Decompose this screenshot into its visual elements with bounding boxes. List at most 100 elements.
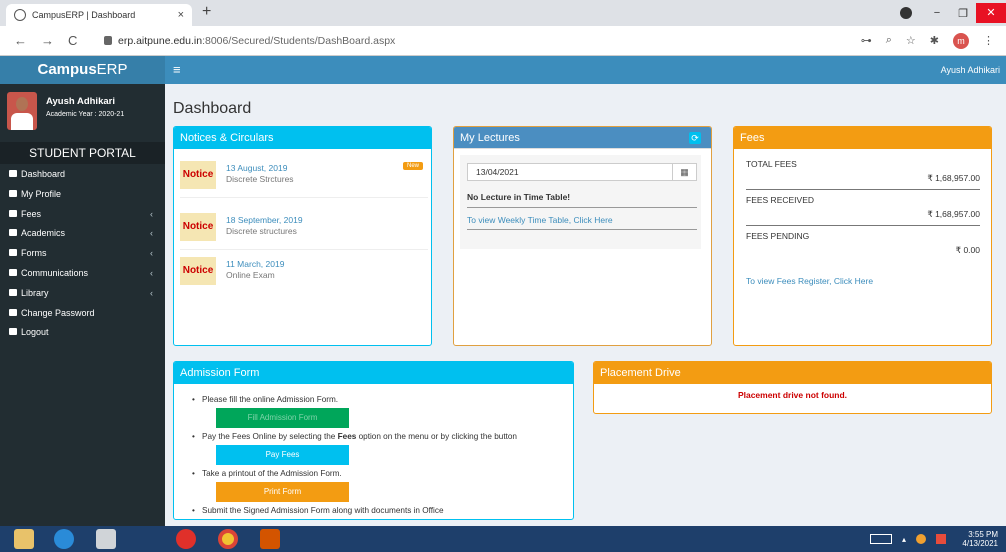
star-icon[interactable]: ☆ xyxy=(906,34,916,47)
notice-date-link[interactable]: 11 March, 2019 xyxy=(226,259,284,269)
brand-logo[interactable]: CampusERP xyxy=(0,56,165,84)
sidebar-toggle-icon[interactable]: ≡ xyxy=(173,62,181,77)
sidebar-item-library[interactable]: Library ‹ xyxy=(0,284,165,304)
url-field[interactable]: erp.aitpune.edu.in:8006/Secured/Students… xyxy=(104,35,861,47)
fees-register-link[interactable]: To view Fees Register, Click Here xyxy=(746,276,873,286)
step-text: option on the menu or by clicking the bu… xyxy=(356,432,517,441)
notice-tag: Notice xyxy=(180,257,216,285)
file-explorer-icon[interactable] xyxy=(14,529,34,549)
calendar-icon[interactable]: ▦ xyxy=(672,164,696,180)
sidebar-item-label: Forms xyxy=(21,248,47,259)
close-window-button[interactable]: ✕ xyxy=(976,3,1006,23)
top-user-name[interactable]: Ayush Adhikari xyxy=(941,65,1000,75)
chrome-account-icon[interactable] xyxy=(900,7,912,19)
chrome-icon[interactable] xyxy=(218,529,238,549)
notice-subject: Online Exam xyxy=(226,270,275,280)
admission-step: Take a printout of the Admission Form. xyxy=(192,468,517,480)
academic-year: Academic Year : 2020-21 xyxy=(46,111,125,118)
keyboard-icon[interactable] xyxy=(869,534,892,544)
divider xyxy=(467,207,697,208)
back-button[interactable]: ← xyxy=(14,33,27,48)
zoom-icon[interactable]: ⌕ xyxy=(886,34,892,47)
sidebar-item-forms[interactable]: Forms ‹ xyxy=(0,244,165,264)
chevron-left-icon: ‹ xyxy=(150,287,153,298)
fees-header: Fees xyxy=(734,127,991,149)
sidebar-item-label: Communications xyxy=(21,267,89,278)
placement-box: Placement Drive Placement drive not foun… xyxy=(593,361,992,414)
minimize-button[interactable]: − xyxy=(924,7,950,19)
notice-date-link[interactable]: 13 August, 2019 xyxy=(226,163,287,173)
chevron-left-icon: ‹ xyxy=(150,208,153,219)
lock-icon xyxy=(104,36,112,45)
divider xyxy=(180,197,428,198)
bank-icon xyxy=(9,170,17,177)
sidebar-user-name: Ayush Adhikari xyxy=(46,96,115,107)
sidebar-item-my-profile[interactable]: My Profile xyxy=(0,185,165,205)
list-item[interactable]: Notice 11 March, 2019 Online Exam xyxy=(180,257,428,295)
url-host: erp.aitpune.edu.in xyxy=(118,34,203,47)
avatar xyxy=(7,92,37,130)
sidebar-item-dashboard[interactable]: Dashboard xyxy=(0,165,165,185)
top-navbar: ≡ Ayush Adhikari xyxy=(165,56,1006,84)
profile-avatar[interactable]: m xyxy=(953,32,969,49)
gear-icon xyxy=(9,209,17,217)
restore-button[interactable]: ❐ xyxy=(950,7,976,20)
sidebar-item-label: My Profile xyxy=(21,188,62,199)
sidebar-item-communications[interactable]: Communications ‹ xyxy=(0,264,165,284)
tray-expand-icon[interactable]: ▴ xyxy=(902,535,906,544)
fill-admission-form-button[interactable]: Fill Admission Form xyxy=(216,408,349,428)
window-controls: − ❐ ✕ xyxy=(924,0,1006,26)
folder-icon xyxy=(9,229,17,237)
internet-explorer-icon[interactable] xyxy=(54,529,74,549)
forward-button[interactable]: → xyxy=(41,33,54,48)
system-tray: ▴ xyxy=(869,534,946,544)
refresh-icon[interactable]: ⟳ xyxy=(689,132,701,144)
flag-icon[interactable] xyxy=(936,534,946,544)
site-favicon-icon xyxy=(14,9,26,21)
divider xyxy=(746,225,980,226)
admission-step: Pay the Fees Online by selecting the Fee… xyxy=(192,431,517,443)
list-item[interactable]: Notice 18 September, 2019 Discrete struc… xyxy=(180,213,428,251)
reload-button[interactable]: C xyxy=(68,33,77,48)
fees-box: Fees TOTAL FEES ₹ 1,68,957.00 FEES RECEI… xyxy=(733,126,992,346)
tab-close-icon[interactable]: × xyxy=(178,9,184,21)
no-lecture-message: No Lecture in Time Table! xyxy=(467,192,571,202)
new-tab-button[interactable]: + xyxy=(202,3,211,21)
browser-tabstrip: CampusERP | Dashboard × + − ❐ ✕ xyxy=(0,0,1006,26)
document-app-icon[interactable] xyxy=(96,529,116,549)
notice-date-link[interactable]: 18 September, 2019 xyxy=(226,215,303,225)
browser-tab[interactable]: CampusERP | Dashboard × xyxy=(6,4,192,26)
pay-fees-button[interactable]: Pay Fees xyxy=(216,445,349,465)
admission-step: Submit the Signed Admission Form along w… xyxy=(192,505,517,517)
sidebar-item-change-password[interactable]: Change Password xyxy=(0,304,165,324)
clock-date: 4/13/2021 xyxy=(962,539,998,548)
notice-subject: Discrete Strctures xyxy=(226,174,294,184)
taskbar-clock[interactable]: 3:55 PM 4/13/2021 xyxy=(962,530,998,548)
extensions-icon[interactable]: ✱ xyxy=(930,34,939,47)
network-icon[interactable] xyxy=(916,534,926,544)
app-icon[interactable] xyxy=(260,529,280,549)
browser-menu-icon[interactable]: ⋮ xyxy=(983,34,994,47)
print-form-button[interactable]: Print Form xyxy=(216,482,349,502)
power-icon xyxy=(9,328,17,336)
divider xyxy=(746,189,980,190)
sidebar-menu: Dashboard My Profile Fees ‹ Academics ‹ Fo… xyxy=(0,164,165,343)
sidebar-item-academics[interactable]: Academics ‹ xyxy=(0,224,165,244)
fee-amount: ₹ 0.00 xyxy=(955,245,980,255)
key-icon[interactable]: ⊶ xyxy=(861,34,872,47)
sidebar-item-fees[interactable]: Fees ‹ xyxy=(0,205,165,225)
weekly-timetable-link[interactable]: To view Weekly Time Table, Click Here xyxy=(467,215,613,225)
tab-title: CampusERP | Dashboard xyxy=(32,10,136,20)
divider xyxy=(180,249,428,250)
lecture-date-input[interactable]: 13/04/2021 ▦ xyxy=(467,163,697,181)
url-path: :8006/Secured/Students/DashBoard.aspx xyxy=(202,34,396,47)
placement-message: Placement drive not found. xyxy=(737,390,848,400)
sidebar-item-label: Library xyxy=(21,287,49,298)
lectures-header: My Lectures ⟳ xyxy=(454,127,711,149)
admission-box: Admission Form Please fill the online Ad… xyxy=(173,361,574,520)
opera-icon[interactable] xyxy=(176,529,196,549)
sidebar-item-logout[interactable]: Logout xyxy=(0,323,165,343)
sidebar-item-label: Fees xyxy=(21,208,42,219)
fee-label: FEES PENDING xyxy=(746,231,810,241)
list-item[interactable]: Notice 13 August, 2019 Discrete Strcture… xyxy=(180,161,428,199)
